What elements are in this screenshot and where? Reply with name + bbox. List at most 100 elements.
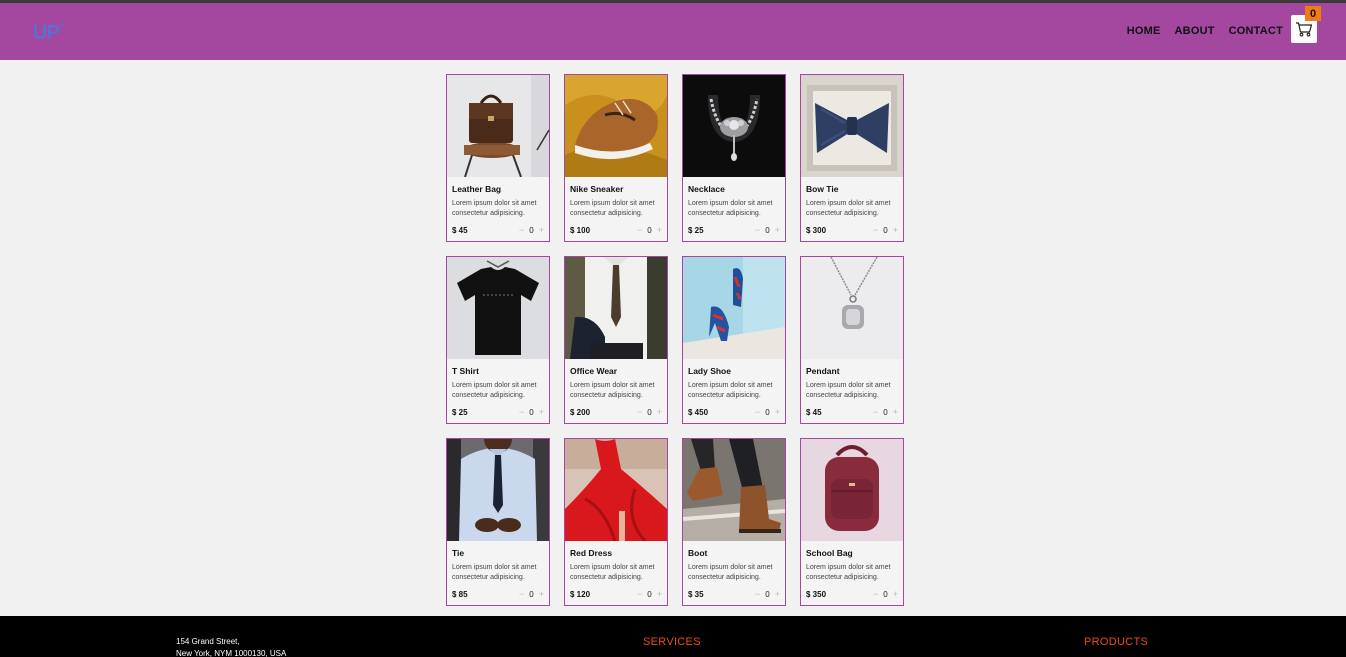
quantity-stepper: − 0 + bbox=[755, 225, 780, 235]
product-card[interactable]: Pendant Lorem ipsum dolor sit amet conse… bbox=[800, 256, 904, 424]
quantity-value: 0 bbox=[765, 225, 770, 235]
quantity-stepper: − 0 + bbox=[873, 589, 898, 599]
product-name: Pendant bbox=[806, 366, 840, 376]
increase-button[interactable]: + bbox=[657, 225, 662, 235]
quantity-value: 0 bbox=[529, 589, 534, 599]
navbar: UP°° HOME ABOUT CONTACT bbox=[0, 3, 1346, 60]
product-name: Office Wear bbox=[570, 366, 618, 376]
product-description: Lorem ipsum dolor sit amet consectetur a… bbox=[452, 382, 537, 399]
product-name: Bow Tie bbox=[806, 184, 839, 194]
quantity-stepper: − 0 + bbox=[755, 407, 780, 417]
product-description: Lorem ipsum dolor sit amet consectetur a… bbox=[570, 564, 655, 581]
product-price: $ 25 bbox=[688, 226, 704, 235]
product-card[interactable]: School Bag Lorem ipsum dolor sit amet co… bbox=[800, 438, 904, 606]
quantity-value: 0 bbox=[765, 407, 770, 417]
quantity-value: 0 bbox=[647, 225, 652, 235]
decrease-button[interactable]: − bbox=[637, 589, 642, 599]
product-name: Tie bbox=[452, 548, 465, 558]
nav-links: HOME ABOUT CONTACT bbox=[1127, 25, 1283, 37]
cart-icon bbox=[1296, 22, 1313, 37]
product-card[interactable]: T Shirt Lorem ipsum dolor sit amet conse… bbox=[446, 256, 550, 424]
increase-button[interactable]: + bbox=[539, 407, 544, 417]
product-name: School Bag bbox=[806, 548, 853, 558]
product-image-leather-bag bbox=[447, 75, 549, 177]
increase-button[interactable]: + bbox=[775, 589, 780, 599]
product-price: $ 100 bbox=[570, 226, 591, 235]
quantity-value: 0 bbox=[529, 407, 534, 417]
product-image-school-bag bbox=[801, 439, 903, 541]
product-price: $ 300 bbox=[806, 226, 827, 235]
product-card[interactable]: Office Wear Lorem ipsum dolor sit amet c… bbox=[564, 256, 668, 424]
logo-text: UP bbox=[33, 22, 60, 44]
decrease-button[interactable]: − bbox=[637, 225, 642, 235]
quantity-value: 0 bbox=[647, 589, 652, 599]
quantity-value: 0 bbox=[529, 225, 534, 235]
product-card[interactable]: Nike Sneaker Lorem ipsum dolor sit amet … bbox=[564, 74, 668, 242]
footer-address: 154 Grand Street, New York, NYM 1000130,… bbox=[176, 636, 286, 657]
product-price: $ 45 bbox=[806, 408, 822, 417]
product-image-tie bbox=[447, 439, 549, 541]
quantity-stepper: − 0 + bbox=[637, 407, 662, 417]
product-description: Lorem ipsum dolor sit amet consectetur a… bbox=[688, 200, 773, 217]
product-price: $ 200 bbox=[570, 408, 591, 417]
decrease-button[interactable]: − bbox=[755, 589, 760, 599]
increase-button[interactable]: + bbox=[893, 407, 898, 417]
quantity-value: 0 bbox=[883, 589, 888, 599]
quantity-stepper: − 0 + bbox=[637, 225, 662, 235]
product-price: $ 450 bbox=[688, 408, 709, 417]
product-description: Lorem ipsum dolor sit amet consectetur a… bbox=[452, 564, 537, 581]
product-card[interactable]: Leather Bag Lorem ipsum dolor sit amet c… bbox=[446, 74, 550, 242]
product-card[interactable]: Boot Lorem ipsum dolor sit amet consecte… bbox=[682, 438, 786, 606]
logo[interactable]: UP°° bbox=[33, 22, 64, 45]
product-card[interactable]: Lady Shoe Lorem ipsum dolor sit amet con… bbox=[682, 256, 786, 424]
decrease-button[interactable]: − bbox=[755, 225, 760, 235]
product-description: Lorem ipsum dolor sit amet consectetur a… bbox=[570, 200, 655, 217]
increase-button[interactable]: + bbox=[775, 225, 780, 235]
product-description: Lorem ipsum dolor sit amet consectetur a… bbox=[806, 200, 891, 217]
nav-link-contact[interactable]: CONTACT bbox=[1229, 25, 1283, 37]
product-name: Lady Shoe bbox=[688, 366, 731, 376]
decrease-button[interactable]: − bbox=[873, 225, 878, 235]
decrease-button[interactable]: − bbox=[519, 407, 524, 417]
decrease-button[interactable]: − bbox=[755, 407, 760, 417]
product-image-red-dress bbox=[565, 439, 667, 541]
footer: 154 Grand Street, New York, NYM 1000130,… bbox=[0, 616, 1346, 657]
product-card[interactable]: Red Dress Lorem ipsum dolor sit amet con… bbox=[564, 438, 668, 606]
product-price: $ 25 bbox=[452, 408, 468, 417]
nav-link-home[interactable]: HOME bbox=[1127, 25, 1161, 37]
decrease-button[interactable]: − bbox=[637, 407, 642, 417]
product-image-nike-sneaker bbox=[565, 75, 667, 177]
quantity-stepper: − 0 + bbox=[519, 407, 544, 417]
decrease-button[interactable]: − bbox=[519, 225, 524, 235]
increase-button[interactable]: + bbox=[775, 407, 780, 417]
increase-button[interactable]: + bbox=[657, 589, 662, 599]
increase-button[interactable]: + bbox=[893, 225, 898, 235]
cart-count-badge: 0 bbox=[1305, 6, 1321, 21]
nav-link-about[interactable]: ABOUT bbox=[1175, 25, 1215, 37]
increase-button[interactable]: + bbox=[539, 225, 544, 235]
product-grid: Leather Bag Lorem ipsum dolor sit amet c… bbox=[446, 74, 906, 606]
decrease-button[interactable]: − bbox=[873, 407, 878, 417]
product-name: T Shirt bbox=[452, 366, 479, 376]
product-image-lady-shoe bbox=[683, 257, 785, 359]
product-price: $ 120 bbox=[570, 590, 591, 599]
product-price: $ 85 bbox=[452, 590, 468, 599]
product-name: Necklace bbox=[688, 184, 725, 194]
decrease-button[interactable]: − bbox=[519, 589, 524, 599]
product-card[interactable]: Bow Tie Lorem ipsum dolor sit amet conse… bbox=[800, 74, 904, 242]
product-description: Lorem ipsum dolor sit amet consectetur a… bbox=[570, 382, 655, 399]
increase-button[interactable]: + bbox=[893, 589, 898, 599]
product-name: Boot bbox=[688, 548, 708, 558]
address-line-1: 154 Grand Street, bbox=[176, 637, 240, 646]
increase-button[interactable]: + bbox=[657, 407, 662, 417]
footer-products-heading: PRODUCTS bbox=[1084, 636, 1149, 648]
decrease-button[interactable]: − bbox=[873, 589, 878, 599]
quantity-stepper: − 0 + bbox=[519, 225, 544, 235]
footer-services-heading: SERVICES bbox=[643, 636, 701, 648]
quantity-value: 0 bbox=[647, 407, 652, 417]
product-card[interactable]: Necklace Lorem ipsum dolor sit amet cons… bbox=[682, 74, 786, 242]
increase-button[interactable]: + bbox=[539, 589, 544, 599]
product-card[interactable]: Tie Lorem ipsum dolor sit amet consectet… bbox=[446, 438, 550, 606]
quantity-stepper: − 0 + bbox=[873, 225, 898, 235]
product-price: $ 350 bbox=[806, 590, 827, 599]
